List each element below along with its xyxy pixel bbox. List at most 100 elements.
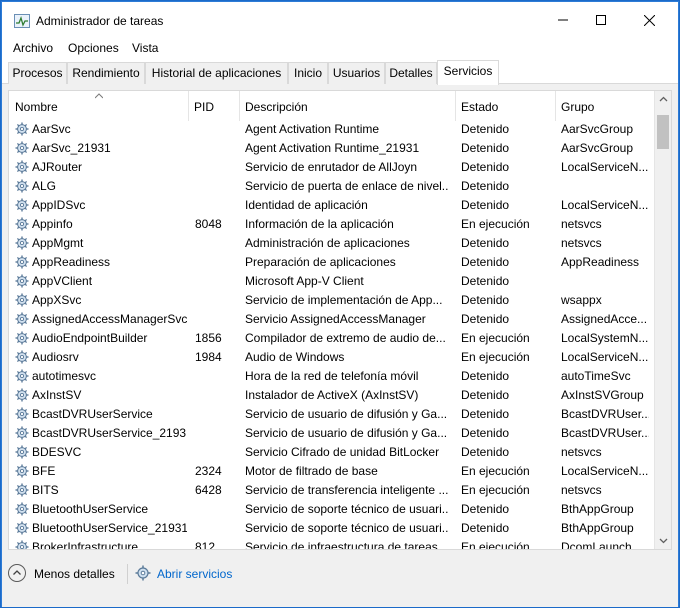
table-row[interactable]: AJRouter Servicio de enrutador de AllJoyn… bbox=[9, 158, 655, 177]
tab-detalles[interactable]: Detalles bbox=[385, 62, 437, 84]
gear-icon bbox=[15, 331, 29, 345]
table-row[interactable]: BluetoothUserService_21931 Servicio de so… bbox=[9, 519, 655, 538]
service-name-cell: AppIDSvc bbox=[32, 198, 86, 212]
column-estado[interactable]: Estado bbox=[455, 91, 555, 121]
service-group-cell: netsvcs bbox=[561, 236, 602, 250]
maximize-button[interactable] bbox=[578, 2, 624, 38]
service-status-cell: Detenido bbox=[461, 160, 510, 174]
footer: Menos detalles Abrir servicios bbox=[2, 553, 678, 607]
table-row[interactable]: BFE 2324 Motor de filtrado de base En ejecu… bbox=[9, 462, 655, 481]
service-name-cell: BluetoothUserService_21931 bbox=[32, 521, 187, 535]
minimize-icon bbox=[558, 19, 568, 21]
service-name-cell: AarSvc bbox=[32, 122, 71, 136]
menu-archivo[interactable]: Archivo bbox=[13, 41, 53, 55]
service-description-cell: Motor de filtrado de base bbox=[245, 464, 378, 478]
table-row[interactable]: BITS 6428 Servicio de transferencia inteli… bbox=[9, 481, 655, 500]
table-row[interactable]: autotimesvc Hora de la red de telefonía m… bbox=[9, 367, 655, 386]
tab-usuarios[interactable]: Usuarios bbox=[328, 62, 385, 84]
tab-rendimiento[interactable]: Rendimiento bbox=[67, 62, 145, 84]
service-pid-cell: 8048 bbox=[195, 217, 222, 231]
vertical-scrollbar[interactable] bbox=[654, 91, 671, 549]
service-group-cell: BcastDVRUser... bbox=[561, 426, 649, 440]
service-name-cell: BluetoothUserService bbox=[32, 502, 149, 516]
table-row[interactable]: AudioEndpointBuilder 1856 Compilador de ex… bbox=[9, 329, 655, 348]
scroll-down-icon[interactable] bbox=[655, 532, 672, 549]
scroll-thumb[interactable] bbox=[657, 115, 669, 149]
menu-vista[interactable]: Vista bbox=[132, 41, 158, 55]
gear-icon bbox=[15, 407, 29, 421]
menu-opciones[interactable]: Opciones bbox=[68, 41, 119, 55]
table-row[interactable]: BcastDVRUserService Servicio de usuario d… bbox=[9, 405, 655, 424]
service-status-cell: Detenido bbox=[461, 198, 510, 212]
table-row[interactable]: AppMgmt Administración de aplicaciones Det… bbox=[9, 234, 655, 253]
service-status-cell: Detenido bbox=[461, 502, 510, 516]
tab-procesos[interactable]: Procesos bbox=[8, 62, 67, 84]
service-status-cell: Detenido bbox=[461, 369, 510, 383]
gear-icon bbox=[15, 122, 29, 136]
services-list: Nombre PID Descripción Estado Grupo AarS… bbox=[8, 90, 672, 550]
table-row[interactable]: BDESVC Servicio Cifrado de unidad BitLock… bbox=[9, 443, 655, 462]
table-row[interactable]: AarSvc Agent Activation Runtime Detenido Aa… bbox=[9, 120, 655, 139]
table-row[interactable]: ALG Servicio de puerta de enlace de nivel… bbox=[9, 177, 655, 196]
services-gear-icon bbox=[135, 565, 151, 581]
service-name-cell: AudioEndpointBuilder bbox=[32, 331, 148, 345]
service-description-cell: Agent Activation Runtime bbox=[245, 122, 380, 136]
service-group-cell: AarSvcGroup bbox=[561, 141, 634, 155]
service-description-cell: Servicio de implementación de App... bbox=[245, 293, 443, 307]
service-name-cell: AarSvc_21931 bbox=[32, 141, 111, 155]
gear-icon bbox=[15, 521, 29, 535]
table-row[interactable]: AssignedAccessManagerSvc Servicio Assigne… bbox=[9, 310, 655, 329]
column-grupo[interactable]: Grupo bbox=[555, 91, 655, 121]
close-icon bbox=[643, 14, 655, 26]
gear-icon bbox=[15, 426, 29, 440]
window-title: Administrador de tareas bbox=[36, 14, 164, 28]
service-status-cell: En ejecución bbox=[461, 350, 530, 364]
service-name-cell: AJRouter bbox=[32, 160, 83, 174]
service-group-cell: LocalServiceN... bbox=[561, 198, 649, 212]
task-manager-window: Administrador de tareas Archivo Opciones… bbox=[1, 1, 679, 607]
table-row[interactable]: BcastDVRUserService_21931 Servicio de usu… bbox=[9, 424, 655, 443]
service-description-cell: Agent Activation Runtime_21931 bbox=[245, 141, 420, 155]
table-row[interactable]: Appinfo 8048 Información de la aplicación E… bbox=[9, 215, 655, 234]
service-description-cell: Compilador de extremo de audio de... bbox=[245, 331, 446, 345]
table-row[interactable]: Audiosrv 1984 Audio de Windows En ejecución… bbox=[9, 348, 655, 367]
tab-historial-de-aplicaciones[interactable]: Historial de aplicaciones bbox=[145, 62, 288, 84]
service-description-cell: Servicio de transferencia inteligente ..… bbox=[245, 483, 449, 497]
table-row[interactable]: AppReadiness Preparación de aplicaciones D… bbox=[9, 253, 655, 272]
service-pid-cell: 6428 bbox=[195, 483, 222, 497]
table-row[interactable]: AppVClient Microsoft App-V Client Detenido bbox=[9, 272, 655, 291]
column-descripcion[interactable]: Descripción bbox=[239, 91, 455, 121]
column-nombre[interactable]: Nombre bbox=[10, 91, 188, 121]
service-name-cell: AxInstSV bbox=[32, 388, 82, 402]
column-pid[interactable]: PID bbox=[188, 91, 239, 121]
service-group-cell: netsvcs bbox=[561, 445, 602, 459]
open-services-link[interactable]: Abrir servicios bbox=[157, 567, 232, 581]
service-group-cell: LocalSystemN... bbox=[561, 331, 649, 345]
table-row[interactable]: BrokerInfrastructure 812 Servicio de infra… bbox=[9, 538, 655, 550]
chevron-up-circle-icon[interactable] bbox=[8, 564, 26, 582]
tab-servicios[interactable]: Servicios bbox=[437, 60, 499, 85]
tab-inicio[interactable]: Inicio bbox=[288, 62, 328, 84]
service-status-cell: En ejecución bbox=[461, 217, 530, 231]
gear-icon bbox=[15, 293, 29, 307]
service-group-cell: LocalServiceN... bbox=[561, 160, 649, 174]
table-row[interactable]: AarSvc_21931 Agent Activation Runtime_219… bbox=[9, 139, 655, 158]
service-name-cell: AppMgmt bbox=[32, 236, 84, 250]
scroll-up-icon[interactable] bbox=[655, 91, 672, 108]
service-group-cell: DcomLaunch bbox=[561, 540, 632, 550]
table-row[interactable]: AxInstSV Instalador de ActiveX (AxInstSV)… bbox=[9, 386, 655, 405]
service-name-cell: Audiosrv bbox=[32, 350, 79, 364]
close-button[interactable] bbox=[626, 2, 672, 38]
service-group-cell: autoTimeSvc bbox=[561, 369, 631, 383]
service-description-cell: Hora de la red de telefonía móvil bbox=[245, 369, 419, 383]
table-row[interactable]: AppXSvc Servicio de implementación de App… bbox=[9, 291, 655, 310]
table-row[interactable]: BluetoothUserService Servicio de soporte … bbox=[9, 500, 655, 519]
service-status-cell: Detenido bbox=[461, 179, 510, 193]
maximize-icon bbox=[596, 15, 606, 25]
less-details-button[interactable]: Menos detalles bbox=[34, 567, 115, 581]
table-row[interactable]: AppIDSvc Identidad de aplicación Detenido L… bbox=[9, 196, 655, 215]
tab-strip: Procesos Rendimiento Historial de aplica… bbox=[2, 58, 678, 85]
service-name-cell: Appinfo bbox=[32, 217, 73, 231]
service-pid-cell: 1856 bbox=[195, 331, 222, 345]
column-header: Nombre PID Descripción Estado Grupo bbox=[9, 91, 655, 121]
